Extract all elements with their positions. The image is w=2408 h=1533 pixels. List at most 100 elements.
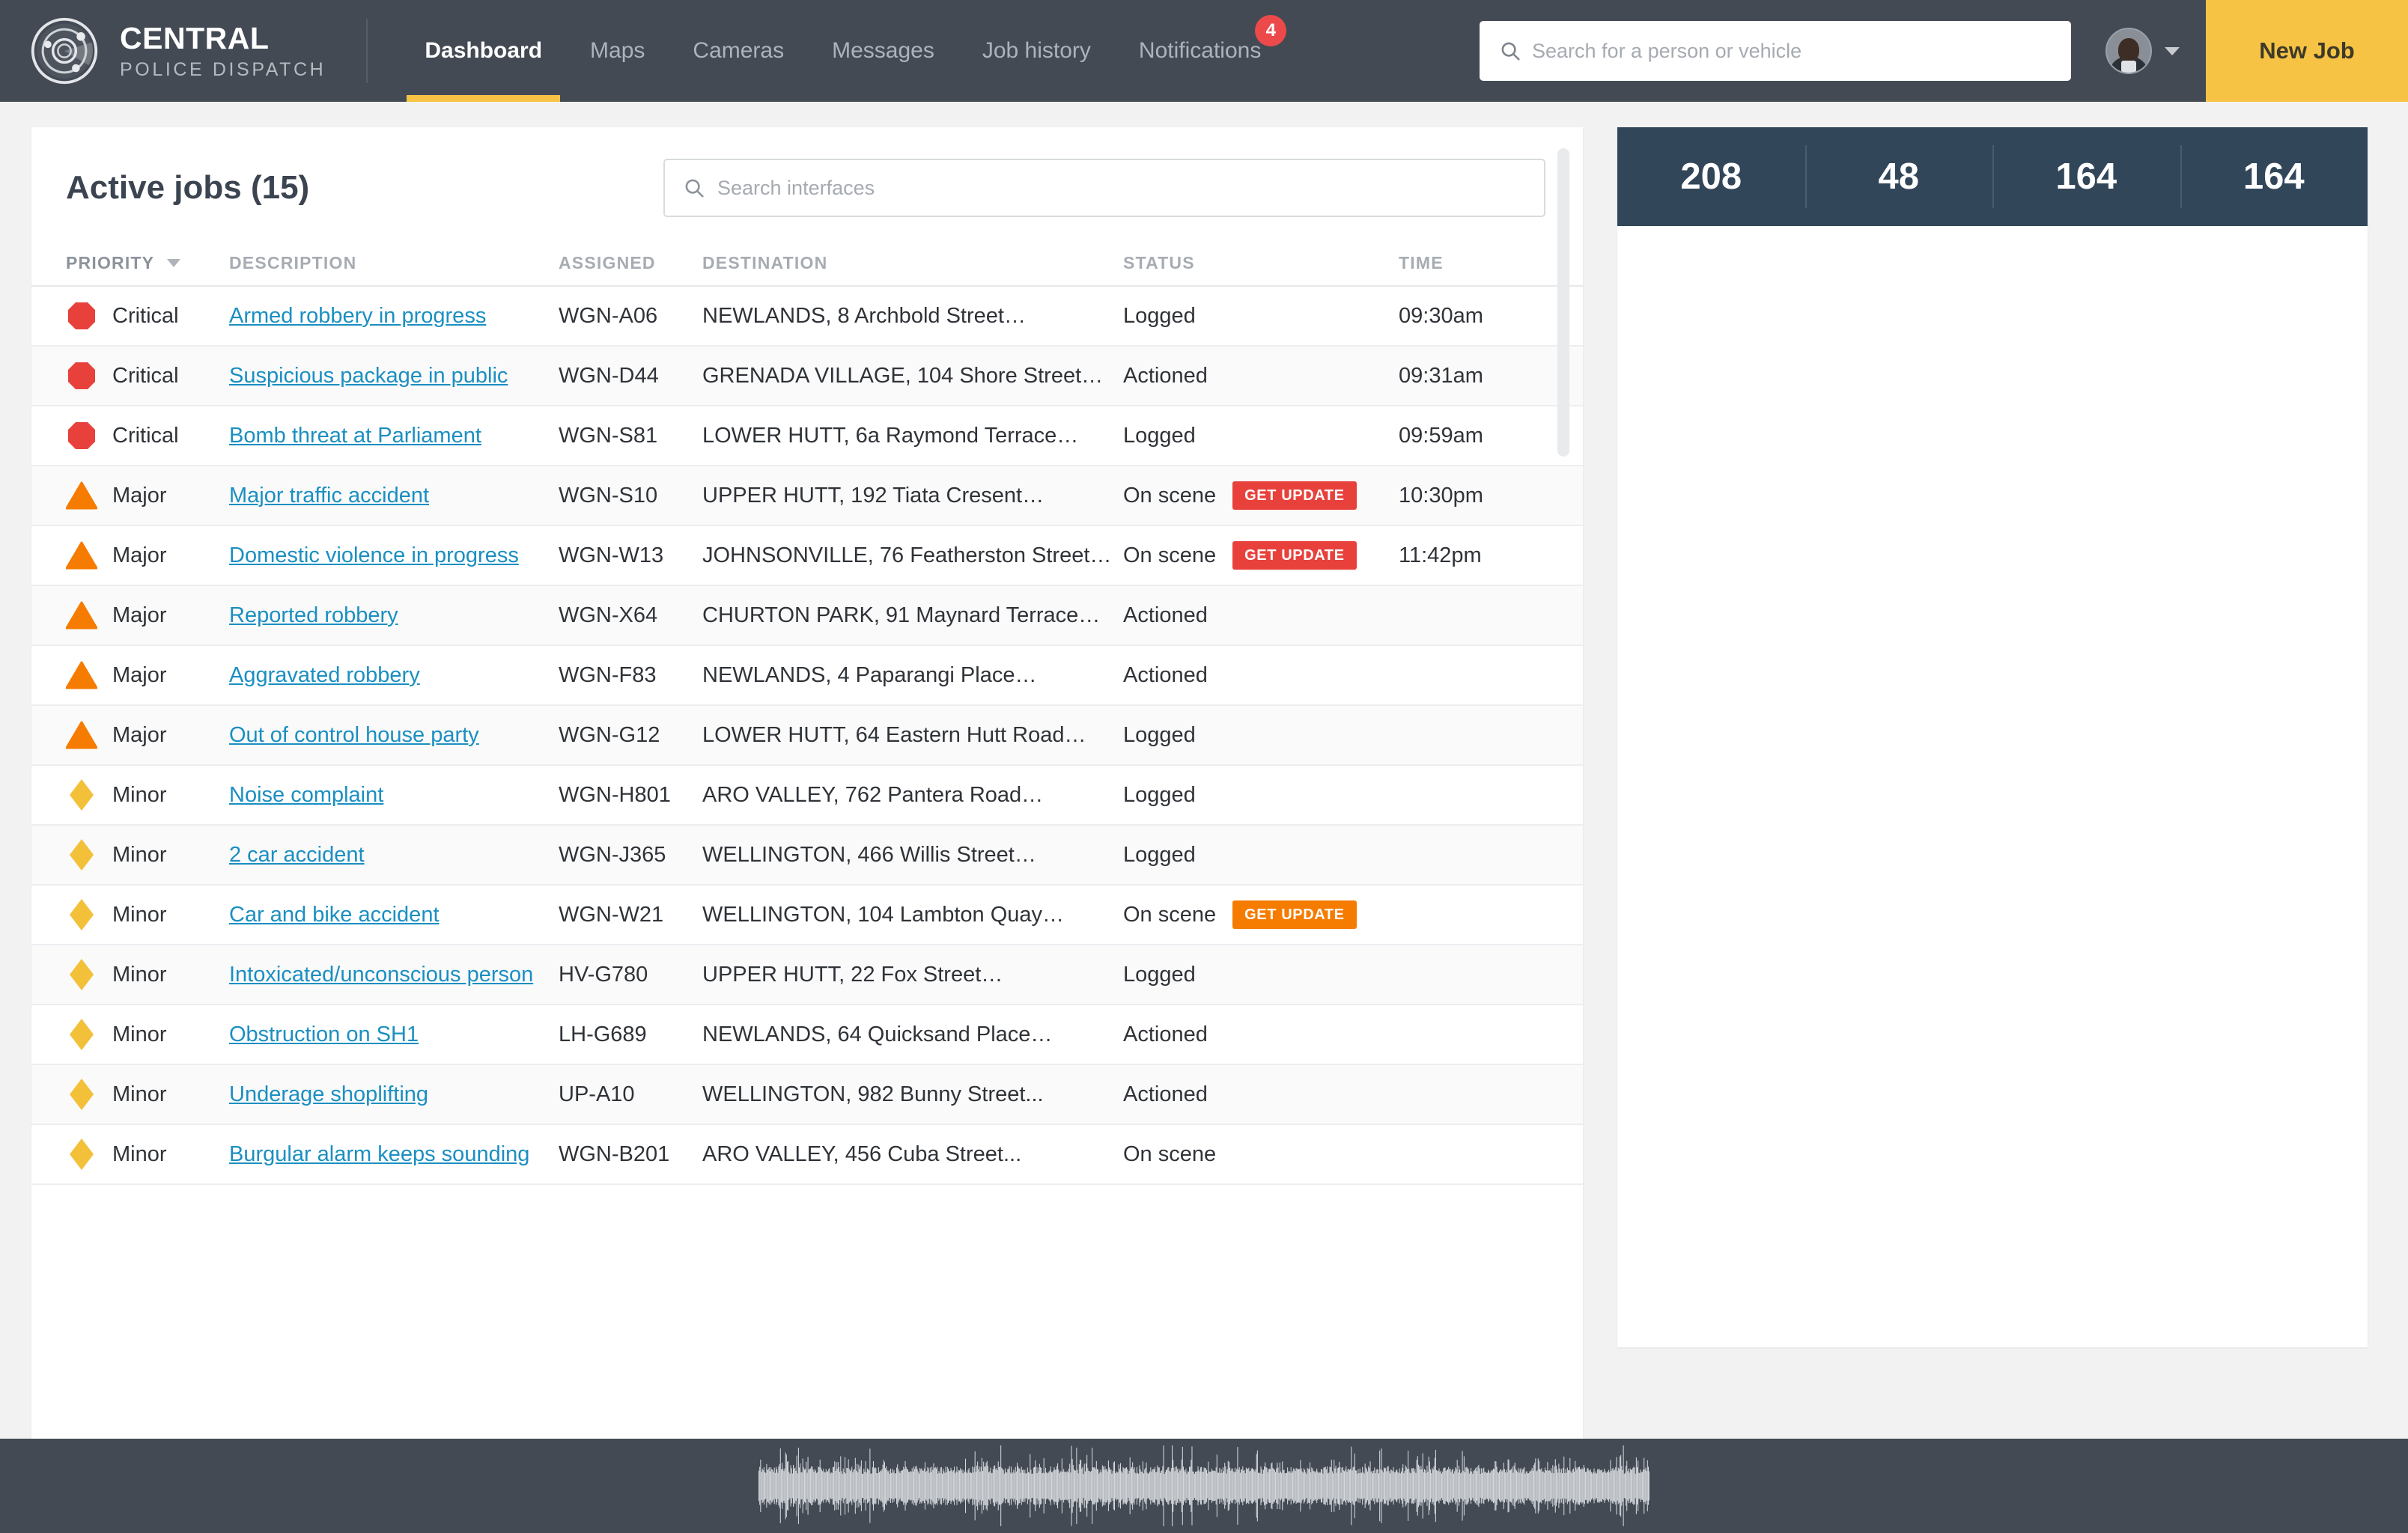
stats-panel-body	[1617, 226, 2368, 1347]
new-job-button[interactable]: New Job	[2206, 0, 2408, 102]
table-row[interactable]: Major Out of control house party WGN-G12 LO…	[31, 706, 1583, 766]
jobs-table-scrollbar[interactable]	[1557, 148, 1569, 457]
priority-icon	[66, 899, 97, 930]
priority-label: Major	[112, 603, 167, 627]
diamond-icon	[70, 959, 94, 990]
job-description-link[interactable]: 2 car accident	[229, 843, 365, 867]
cell-priority: Major	[66, 600, 229, 631]
cell-priority: Critical	[66, 420, 229, 451]
cell-description: Intoxicated/unconscious person	[229, 963, 559, 987]
brand-logo[interactable]: CENTRAL POLICE DISPATCH	[0, 0, 326, 102]
nav-item-job-history[interactable]: Job history	[958, 0, 1115, 102]
cell-priority: Minor	[66, 899, 229, 930]
table-row[interactable]: Minor Burgular alarm keeps sounding WGN-B2…	[31, 1125, 1583, 1185]
priority-label: Critical	[112, 423, 179, 448]
nav-label-job-history: Job history	[982, 38, 1091, 63]
column-header-description[interactable]: DESCRIPTION	[229, 253, 559, 273]
table-row[interactable]: Minor Underage shoplifting UP-A10 WELLINGTO…	[31, 1065, 1583, 1125]
active-jobs-card: Active jobs (15) PRIORITY DESCRIPTION AS	[31, 127, 1583, 1473]
audio-waveform[interactable]	[758, 1445, 1650, 1527]
column-header-time[interactable]: TIME	[1399, 253, 1548, 273]
stat-box-2[interactable]: 48	[1805, 127, 1993, 226]
job-description-link[interactable]: Suspicious package in public	[229, 364, 508, 388]
table-row[interactable]: Critical Bomb threat at Parliament WGN-S81…	[31, 406, 1583, 466]
job-description-link[interactable]: Obstruction on SH1	[229, 1022, 419, 1046]
priority-label: Major	[112, 722, 167, 747]
cell-priority: Critical	[66, 360, 229, 391]
priority-icon	[66, 480, 97, 511]
cell-destination: ARO VALLEY, 762 Pantera Road…	[702, 782, 1044, 807]
priority-label: Minor	[112, 1022, 167, 1046]
octagon-icon	[68, 362, 95, 389]
job-description-link[interactable]: Armed robbery in progress	[229, 304, 486, 328]
job-description-link[interactable]: Aggravated robbery	[229, 663, 420, 687]
stat-box-4[interactable]: 164	[2180, 127, 2368, 226]
triangle-icon	[66, 661, 97, 689]
table-row[interactable]: Minor Noise complaint WGN-H801 ARO VALLEY, …	[31, 766, 1583, 826]
stat-box-3[interactable]: 164	[1992, 127, 2180, 226]
cell-assigned: WGN-S10	[559, 483, 658, 508]
chevron-down-icon[interactable]	[2164, 46, 2180, 56]
cell-destination: JOHNSONVILLE, 76 Featherston Street…	[702, 543, 1112, 567]
nav-item-notifications[interactable]: Notifications 4	[1115, 0, 1287, 102]
column-header-status[interactable]: STATUS	[1123, 253, 1399, 273]
job-description-link[interactable]: Intoxicated/unconscious person	[229, 963, 533, 987]
status-text: Actioned	[1123, 603, 1208, 627]
priority-label: Major	[112, 543, 167, 567]
column-header-priority[interactable]: PRIORITY	[66, 253, 229, 273]
get-update-button[interactable]: GET UPDATE	[1232, 481, 1357, 510]
stats-header: 208 48 164 164	[1617, 127, 2368, 226]
avatar-collar	[2121, 61, 2136, 73]
job-description-link[interactable]: Domestic violence in progress	[229, 543, 519, 567]
jobs-table-body: Critical Armed robbery in progress WGN-A06…	[31, 287, 1583, 1185]
job-description-link[interactable]: Major traffic accident	[229, 484, 429, 508]
job-description-link[interactable]: Reported robbery	[229, 603, 398, 627]
nav-item-dashboard[interactable]: Dashboard	[401, 0, 566, 102]
priority-label: Minor	[112, 842, 167, 867]
interfaces-search[interactable]	[663, 159, 1545, 217]
table-row[interactable]: Major Reported robbery WGN-X64 CHURTON PARK…	[31, 586, 1583, 646]
table-row[interactable]: Minor Obstruction on SH1 LH-G689 NEWLANDS, …	[31, 1005, 1583, 1065]
job-description-link[interactable]: Out of control house party	[229, 723, 479, 747]
priority-label: Minor	[112, 962, 167, 987]
table-row[interactable]: Major Domestic violence in progress WGN-W1…	[31, 526, 1583, 586]
job-description-link[interactable]: Car and bike accident	[229, 903, 440, 927]
account-menu[interactable]	[2106, 28, 2180, 74]
cell-status: Logged	[1123, 963, 1399, 987]
status-text: Logged	[1123, 842, 1196, 867]
get-update-button[interactable]: GET UPDATE	[1232, 900, 1357, 929]
table-row[interactable]: Major Major traffic accident WGN-S10 UPPER …	[31, 466, 1583, 526]
table-row[interactable]: Minor 2 car accident WGN-J365 WELLINGTON, 4…	[31, 826, 1583, 886]
cell-destination: WELLINGTON, 466 Willis Street…	[702, 842, 1036, 867]
header-right-tools: New Job	[1480, 0, 2408, 102]
cell-time: 09:30am	[1399, 303, 1483, 328]
cell-destination: NEWLANDS, 8 Archbold Street…	[702, 303, 1026, 328]
table-row[interactable]: Major Aggravated robbery WGN-F83 NEWLANDS, …	[31, 646, 1583, 706]
table-row[interactable]: Critical Armed robbery in progress WGN-A06…	[31, 287, 1583, 347]
nav-item-cameras[interactable]: Cameras	[669, 0, 808, 102]
get-update-button[interactable]: GET UPDATE	[1232, 541, 1357, 570]
nav-item-messages[interactable]: Messages	[808, 0, 958, 102]
stat-box-1[interactable]: 208	[1617, 127, 1805, 226]
table-row[interactable]: Minor Intoxicated/unconscious person HV-G7…	[31, 945, 1583, 1005]
table-row[interactable]: Minor Car and bike accident WGN-W21 WELLING…	[31, 886, 1583, 945]
job-description-link[interactable]: Noise complaint	[229, 783, 383, 807]
interfaces-search-input[interactable]	[717, 176, 1466, 200]
cell-assigned: LH-G689	[559, 1022, 647, 1046]
status-text: Actioned	[1123, 662, 1208, 687]
nav-item-maps[interactable]: Maps	[566, 0, 669, 102]
job-description-link[interactable]: Bomb threat at Parliament	[229, 424, 481, 448]
job-description-link[interactable]: Burgular alarm keeps sounding	[229, 1142, 529, 1166]
diamond-icon	[70, 779, 94, 811]
global-search-input[interactable]	[1532, 39, 2011, 63]
cell-status: Actioned	[1123, 1022, 1399, 1047]
table-row[interactable]: Critical Suspicious package in public WGN-…	[31, 347, 1583, 406]
global-search[interactable]	[1480, 21, 2071, 81]
column-header-assigned[interactable]: ASSIGNED	[559, 253, 702, 273]
avatar[interactable]	[2106, 28, 2152, 74]
column-header-destination[interactable]: DESTINATION	[702, 253, 1123, 273]
priority-icon	[66, 659, 97, 691]
job-description-link[interactable]: Underage shoplifting	[229, 1082, 428, 1106]
priority-icon	[66, 360, 97, 391]
priority-label: Minor	[112, 1142, 167, 1166]
